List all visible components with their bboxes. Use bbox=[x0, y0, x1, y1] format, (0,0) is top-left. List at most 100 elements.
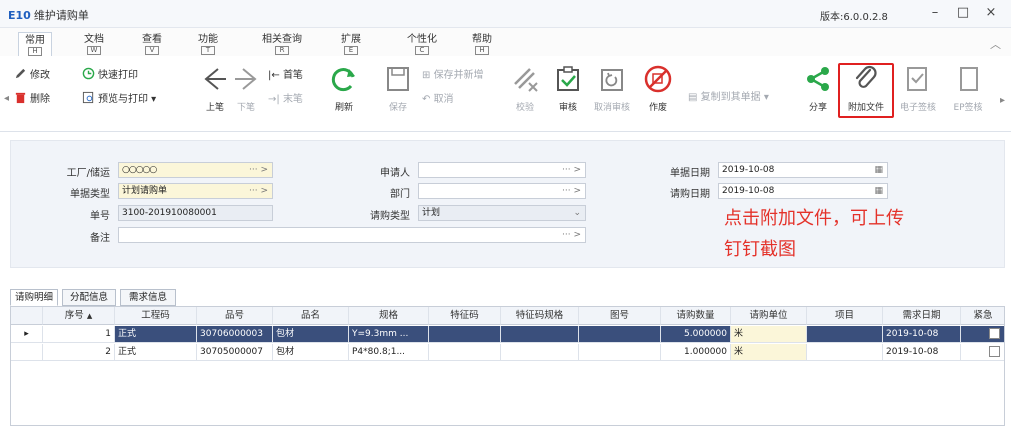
requester-field[interactable]: ··· > bbox=[418, 162, 586, 178]
share-button[interactable]: 分享 bbox=[798, 64, 838, 113]
tab-view[interactable]: 查看 V bbox=[136, 34, 168, 55]
cell-spec[interactable]: Y=9.3mm ... bbox=[349, 326, 429, 343]
dept-field[interactable]: ··· > bbox=[418, 183, 586, 199]
minimize-button[interactable]: – bbox=[925, 4, 945, 22]
reqdate-field[interactable]: 2019-10-08 ▦ bbox=[718, 183, 888, 199]
cell-qty[interactable]: 1.000000 bbox=[661, 344, 731, 361]
urgent-checkbox[interactable] bbox=[989, 346, 1000, 357]
column-header-unit[interactable]: 请购单位 bbox=[731, 307, 807, 325]
last-record-button[interactable]: →| 末笔 bbox=[268, 90, 303, 108]
e-signature-button[interactable]: 电子签核 bbox=[898, 64, 938, 113]
preview-print-button[interactable]: 预览与打印 ▾ bbox=[82, 90, 156, 108]
cell-feature-spec[interactable] bbox=[501, 344, 579, 361]
cell-demand-date[interactable]: 2019-10-08 bbox=[883, 344, 961, 361]
cell-spec[interactable]: P4*80.8;1... bbox=[349, 344, 429, 361]
dropdown-caret-icon: ▾ bbox=[148, 94, 157, 105]
refresh-button[interactable]: 刷新 bbox=[324, 64, 364, 113]
quick-print-button[interactable]: 快速打印 bbox=[82, 66, 138, 84]
column-header-urgent[interactable]: 紧急 bbox=[961, 307, 1004, 325]
cell-unit[interactable]: 米 bbox=[731, 344, 807, 361]
cell-item-name[interactable]: 包材 bbox=[273, 326, 349, 343]
doctype-field[interactable]: 计划请购单 ··· > bbox=[118, 183, 273, 199]
calendar-icon[interactable]: ▦ bbox=[874, 184, 883, 198]
calendar-icon[interactable]: ▦ bbox=[874, 163, 883, 177]
cell-drawing-no[interactable] bbox=[579, 344, 661, 361]
void-button[interactable]: 作废 bbox=[638, 64, 678, 113]
first-record-button[interactable]: |← 首笔 bbox=[268, 66, 303, 84]
tab-demand[interactable]: 需求信息 bbox=[120, 289, 176, 306]
last-label: 末笔 bbox=[282, 94, 303, 105]
cell-urgent[interactable] bbox=[961, 326, 1004, 343]
delete-button[interactable]: 删除 bbox=[14, 90, 50, 108]
toolbar-scroll-right-icon[interactable]: ▸ bbox=[1000, 95, 1005, 106]
cell-drawing-no[interactable] bbox=[579, 326, 661, 343]
tab-request-detail[interactable]: 请购明细 bbox=[10, 289, 58, 306]
cell-process[interactable]: 正式 bbox=[115, 326, 197, 343]
urgent-checkbox[interactable] bbox=[989, 328, 1000, 339]
column-header-spec[interactable]: 规格 bbox=[349, 307, 429, 325]
column-header-drawing-no[interactable]: 图号 bbox=[579, 307, 661, 325]
cell-project[interactable] bbox=[807, 344, 883, 361]
docdate-field[interactable]: 2019-10-08 ▦ bbox=[718, 162, 888, 178]
column-header-seq[interactable]: 序号 ▲ bbox=[43, 307, 115, 325]
ep-signature-button[interactable]: EP签核 bbox=[948, 64, 988, 113]
column-header-feature-spec[interactable]: 特征码规格 bbox=[501, 307, 579, 325]
tab-related-query[interactable]: 相关查询 R bbox=[254, 34, 310, 55]
tab-function[interactable]: 功能 T bbox=[192, 34, 224, 55]
cell-feature-spec[interactable] bbox=[501, 326, 579, 343]
remark-field[interactable]: ··· > bbox=[118, 227, 586, 243]
unapprove-button[interactable]: 取消审核 bbox=[592, 64, 632, 113]
save-and-new-button[interactable]: ⊞ 保存并新增 bbox=[422, 66, 484, 84]
cell-demand-date[interactable]: 2019-10-08 bbox=[883, 326, 961, 343]
cell-feature-code[interactable] bbox=[429, 326, 501, 343]
tab-extend[interactable]: 扩展 E bbox=[335, 34, 367, 55]
tab-document[interactable]: 文档 W bbox=[78, 34, 110, 55]
cell-seq[interactable]: 2 bbox=[43, 344, 115, 361]
docno-field[interactable]: 3100-201910080001 bbox=[118, 205, 273, 221]
column-header-item-name[interactable]: 品名 bbox=[273, 307, 349, 325]
edit-button[interactable]: 修改 bbox=[14, 66, 50, 84]
cell-item-no[interactable]: 30706000003 bbox=[197, 326, 273, 343]
column-header-qty[interactable]: 请购数量 bbox=[661, 307, 731, 325]
save-button[interactable]: 保存 bbox=[378, 64, 418, 113]
cell-unit[interactable]: 米 bbox=[731, 326, 807, 343]
lookup-icon[interactable]: ··· > bbox=[249, 184, 268, 198]
maximize-button[interactable]: □ bbox=[953, 4, 973, 22]
tab-help[interactable]: 帮助 H bbox=[466, 34, 498, 55]
column-header-item-no[interactable]: 品号 bbox=[197, 307, 273, 325]
copy-to-button[interactable]: ▤ 复制到其单据 ▾ bbox=[688, 88, 769, 106]
tab-allocation[interactable]: 分配信息 bbox=[62, 289, 116, 306]
cell-project[interactable] bbox=[807, 326, 883, 343]
toolbar-scroll-left-icon[interactable]: ◂ bbox=[4, 93, 9, 104]
column-header-demand-date[interactable]: 需求日期 bbox=[883, 307, 961, 325]
cell-qty[interactable]: 5.000000 bbox=[661, 326, 731, 343]
annotation-line-2: 钉钉截图 bbox=[724, 239, 796, 260]
column-header-feature-code[interactable]: 特征码 bbox=[429, 307, 501, 325]
lookup-icon[interactable]: ··· > bbox=[249, 163, 268, 177]
lookup-icon[interactable]: ··· > bbox=[562, 184, 581, 198]
lookup-icon[interactable]: ··· > bbox=[562, 228, 581, 242]
cell-urgent[interactable] bbox=[961, 344, 1004, 361]
cell-item-name[interactable]: 包材 bbox=[273, 344, 349, 361]
row-indicator[interactable] bbox=[11, 344, 43, 361]
row-indicator-icon[interactable]: ▸ bbox=[11, 326, 43, 343]
reqtype-select[interactable]: 计划 ⌄ bbox=[418, 205, 586, 221]
column-header-project[interactable]: 项目 bbox=[807, 307, 883, 325]
tab-personalize[interactable]: 个性化 C bbox=[400, 34, 444, 55]
ribbon-collapse-icon[interactable]: ︿ bbox=[990, 36, 1001, 52]
void-icon bbox=[644, 65, 672, 93]
next-record-button[interactable]: 下笔 bbox=[226, 64, 266, 113]
close-button[interactable]: × bbox=[981, 4, 1001, 22]
tab-common[interactable]: 常用 H bbox=[18, 32, 52, 56]
verify-button[interactable]: 校验 bbox=[505, 64, 545, 113]
approve-button[interactable]: 审核 bbox=[548, 64, 588, 113]
cancel-button[interactable]: ↶ 取消 bbox=[422, 90, 454, 108]
ep-signature-label: EP签核 bbox=[953, 103, 983, 113]
cell-seq[interactable]: 1 bbox=[43, 326, 115, 343]
cell-item-no[interactable]: 30705000007 bbox=[197, 344, 273, 361]
cell-process[interactable]: 正式 bbox=[115, 344, 197, 361]
plant-field[interactable]: ○○○○○ ··· > bbox=[118, 162, 273, 178]
cell-feature-code[interactable] bbox=[429, 344, 501, 361]
lookup-icon[interactable]: ··· > bbox=[562, 163, 581, 177]
column-header-process[interactable]: 工程码 bbox=[115, 307, 197, 325]
